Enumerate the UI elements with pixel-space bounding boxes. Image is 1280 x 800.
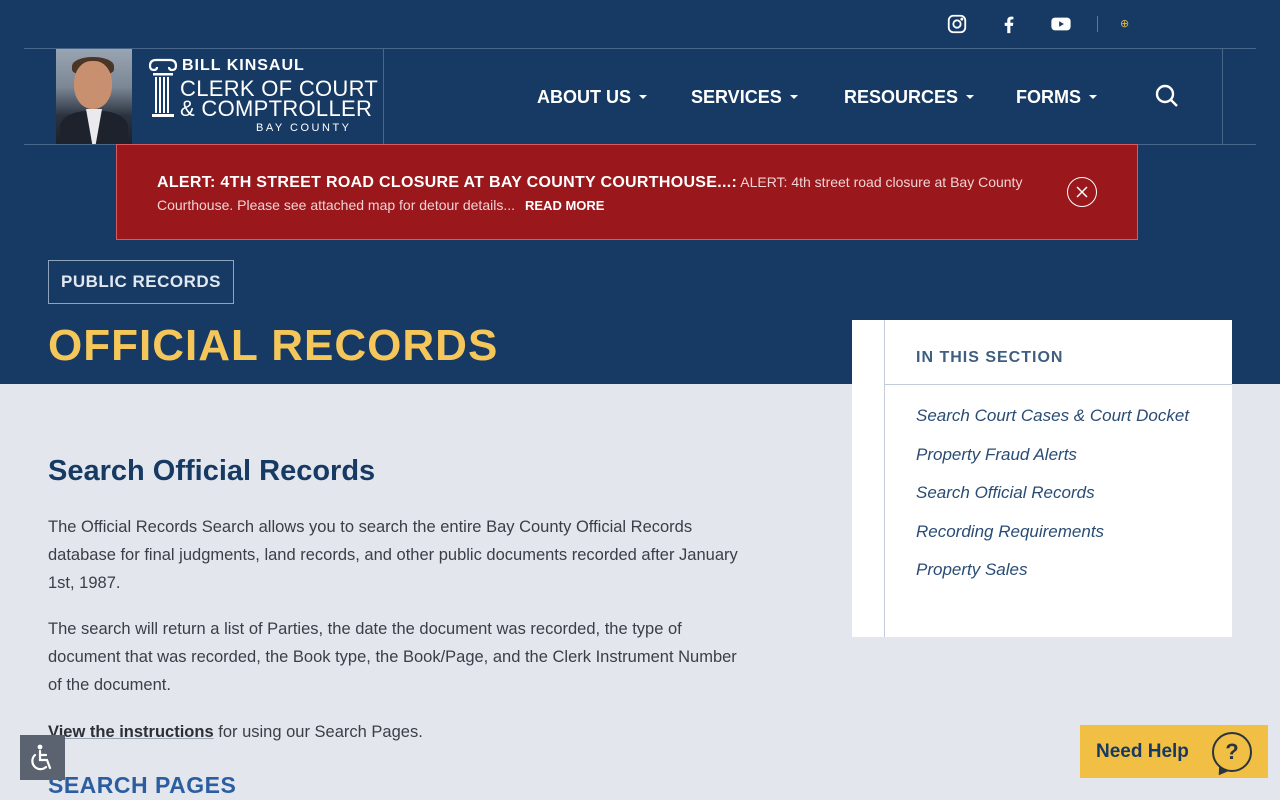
section-heading: Search Official Records: [48, 455, 376, 487]
search-icon[interactable]: [1154, 83, 1180, 109]
nav-resources-label: RESOURCES: [844, 87, 959, 107]
brand-county: BAY COUNTY: [256, 122, 352, 134]
chevron-down-icon: [966, 95, 975, 99]
need-help-button[interactable]: Need Help ?: [1080, 725, 1268, 778]
close-icon[interactable]: [1067, 177, 1097, 207]
chevron-down-icon: [1089, 95, 1097, 99]
nav-about-us[interactable]: ABOUT US: [537, 86, 647, 108]
chevron-down-icon: [789, 95, 798, 99]
facebook-icon[interactable]: [997, 12, 1021, 36]
question-icon: ?: [1212, 732, 1252, 772]
main-navigation: BILL KINSAUL CLERK OF COURT & COMPTROLLE…: [24, 48, 1256, 145]
chevron-down-icon: [639, 95, 647, 99]
read-more-link[interactable]: READ MORE: [525, 198, 604, 213]
need-help-label: Need Help: [1096, 740, 1189, 762]
alert-text: ALERT: 4TH STREET ROAD CLOSURE AT BAY CO…: [157, 171, 1047, 217]
sidebar-link-recording-requirements[interactable]: Recording Requirements: [916, 521, 1104, 543]
accessibility-icon[interactable]: [20, 735, 65, 780]
brand-name: BILL KINSAUL: [182, 57, 305, 74]
sidebar-horizontal-rule: [884, 384, 1232, 385]
nav-divider: [1222, 49, 1223, 144]
page-title: OFFICIAL RECORDS: [48, 321, 499, 370]
globe-icon[interactable]: ⊕: [1120, 17, 1129, 31]
section-badge[interactable]: PUBLIC RECORDS: [48, 260, 234, 304]
sidebar-vertical-rule: [884, 320, 885, 637]
sidebar-link-court-cases[interactable]: Search Court Cases & Court Docket: [916, 405, 1189, 427]
nav-forms[interactable]: FORMS: [1016, 86, 1097, 108]
sidebar-link-fraud-alerts[interactable]: Property Fraud Alerts: [916, 444, 1077, 466]
sidebar-heading: IN THIS SECTION: [916, 349, 1064, 366]
intro-paragraph: The Official Records Search allows you t…: [48, 518, 738, 592]
site-logo[interactable]: BILL KINSAUL CLERK OF COURT & COMPTROLLE…: [56, 49, 384, 144]
search-pages-heading: SEARCH PAGES: [48, 772, 237, 798]
sidebar-link-official-records[interactable]: Search Official Records: [916, 482, 1095, 504]
nav-about-us-label: ABOUT US: [537, 87, 631, 107]
instructions-text: for using our Search Pages.: [213, 723, 423, 741]
youtube-icon[interactable]: [1049, 12, 1073, 36]
nav-forms-label: FORMS: [1016, 87, 1081, 107]
instructions-paragraph: View the instructions for using our Sear…: [48, 718, 748, 746]
clerk-portrait: [56, 49, 132, 144]
alert-title: ALERT: 4TH STREET ROAD CLOSURE AT BAY CO…: [157, 174, 738, 191]
in-this-section-panel: IN THIS SECTION Search Court Cases & Cou…: [852, 320, 1232, 637]
sidebar-link-property-sales[interactable]: Property Sales: [916, 559, 1028, 581]
nav-resources[interactable]: RESOURCES: [844, 86, 975, 108]
nav-services-label: SERVICES: [691, 87, 782, 107]
top-bar-divider: [1097, 16, 1098, 32]
instagram-icon[interactable]: [945, 12, 969, 36]
results-paragraph: The search will return a list of Parties…: [48, 620, 737, 694]
column-logo-icon: [148, 58, 178, 117]
brand-title-line2: & COMPTROLLER: [180, 96, 373, 121]
view-instructions-link[interactable]: View the instructions: [48, 723, 214, 741]
nav-services[interactable]: SERVICES: [691, 86, 798, 108]
alert-banner: ALERT: 4TH STREET ROAD CLOSURE AT BAY CO…: [116, 144, 1138, 240]
top-bar: ⊕: [0, 0, 1280, 48]
